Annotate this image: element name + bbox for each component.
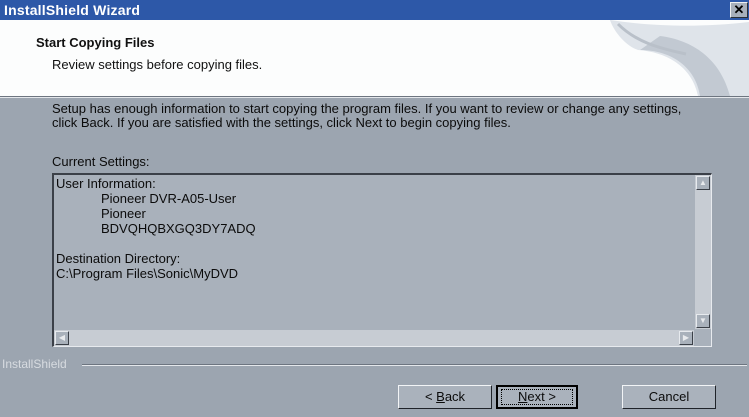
vertical-scrollbar[interactable]: ▲ ▼ (695, 175, 711, 329)
next-button[interactable]: Next > (496, 385, 578, 409)
back-button-label: ack (444, 389, 466, 404)
user-name: Pioneer DVR-A05-User (101, 191, 237, 206)
close-icon: ✕ (733, 2, 745, 17)
scroll-left-icon[interactable]: ◀ (55, 331, 69, 345)
scroll-up-icon[interactable]: ▲ (696, 176, 710, 190)
description-text: Setup has enough information to start co… (52, 101, 682, 130)
window-title: InstallShield Wizard (4, 2, 141, 18)
back-button[interactable]: < Back (398, 385, 492, 409)
horizontal-scrollbar[interactable]: ◀ ▶ (54, 330, 694, 346)
wizard-header: Start Copying Files Review settings befo… (0, 20, 749, 96)
serial-number: BDVQHQBXGQ3DY7ADQ (101, 221, 256, 236)
scroll-down-icon[interactable]: ▼ (696, 314, 710, 328)
company-name: Pioneer (101, 206, 146, 221)
close-button[interactable]: ✕ (730, 2, 748, 18)
page-subtitle: Review settings before copying files. (52, 57, 263, 72)
page-title: Start Copying Files (36, 35, 155, 50)
installshield-brand-row: InstallShield (0, 357, 749, 371)
scroll-corner (695, 330, 711, 346)
header-graphic (610, 20, 749, 96)
header-divider (0, 96, 749, 98)
back-button-mnemonic: B (436, 389, 445, 404)
footer-divider (82, 364, 747, 366)
settings-textbox[interactable]: User Information: Pioneer DVR-A05-User P… (52, 173, 712, 347)
focus-rectangle (501, 389, 573, 405)
installshield-brand: InstallShield (2, 357, 67, 371)
back-button-prefix: < (424, 389, 437, 404)
cancel-button[interactable]: Cancel (622, 385, 716, 409)
settings-content: User Information: Pioneer DVR-A05-User P… (56, 176, 256, 281)
title-bar: InstallShield Wizard ✕ (0, 0, 749, 20)
destination-heading: Destination Directory: (56, 251, 181, 266)
destination-path: C:\Program Files\Sonic\MyDVD (56, 266, 239, 281)
current-settings-label: Current Settings: (52, 154, 150, 169)
user-info-heading: User Information: (56, 176, 156, 191)
scroll-right-icon[interactable]: ▶ (679, 331, 693, 345)
